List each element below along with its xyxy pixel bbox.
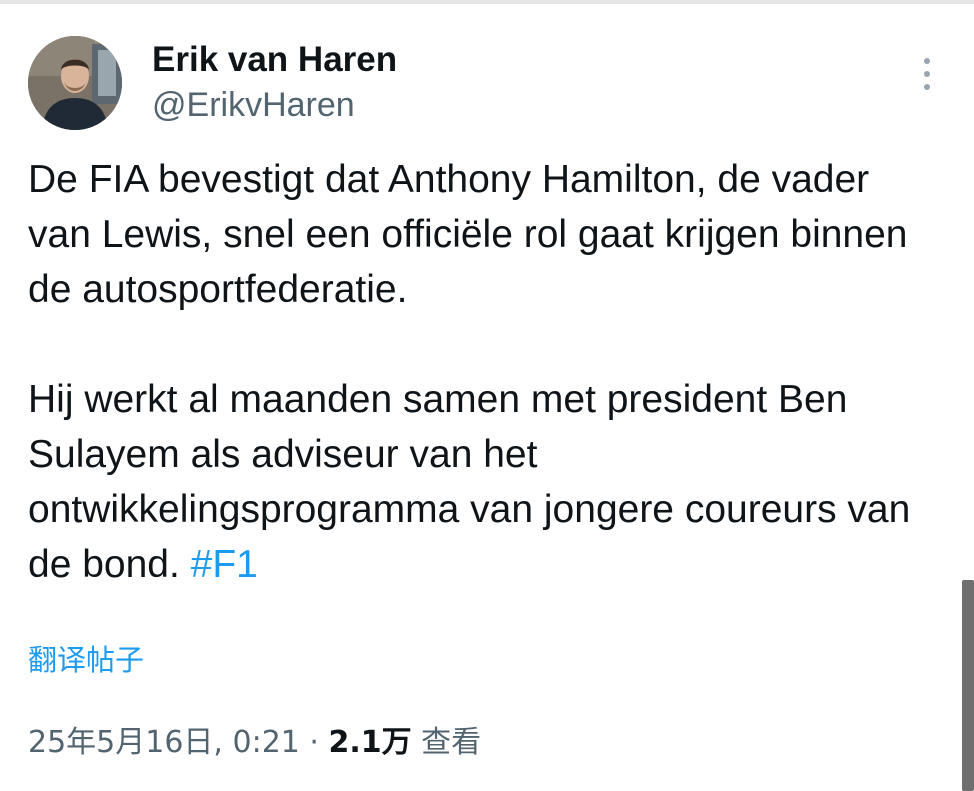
avatar-image — [28, 36, 122, 130]
tweet-paragraph-2: Hij werkt al maanden samen met president… — [28, 372, 928, 592]
views-count: 2.1万 — [328, 725, 412, 760]
tweet-paragraph-1: De FIA bevestigt dat Anthony Hamilton, d… — [28, 158, 908, 311]
more-vertical-icon — [924, 58, 930, 64]
author-name[interactable]: Erik van Haren — [152, 40, 397, 80]
scrollbar-thumb[interactable] — [962, 580, 974, 791]
more-options-button[interactable] — [914, 54, 940, 94]
author-handle[interactable]: @ErikvHaren — [152, 86, 355, 124]
tweet-card: Erik van Haren @ErikvHaren De FIA bevest… — [0, 0, 974, 791]
avatar[interactable] — [28, 36, 122, 130]
tweet-meta: 25年5月16日, 0:21 · 2.1万 查看 — [28, 722, 481, 764]
tweet-paragraph-2-text: Hij werkt al maanden samen met president… — [28, 378, 911, 586]
more-vertical-icon-dot — [924, 71, 930, 77]
translate-post-link[interactable]: 翻译帖子 — [28, 640, 144, 680]
timestamp[interactable]: 25年5月16日, 0:21 — [28, 725, 300, 760]
hashtag-link[interactable]: #F1 — [191, 543, 258, 586]
meta-separator: · — [299, 725, 329, 760]
views-label: 查看 — [411, 725, 482, 760]
more-vertical-icon-dot — [924, 84, 930, 90]
tweet-text: De FIA bevestigt dat Anthony Hamilton, d… — [28, 152, 928, 592]
